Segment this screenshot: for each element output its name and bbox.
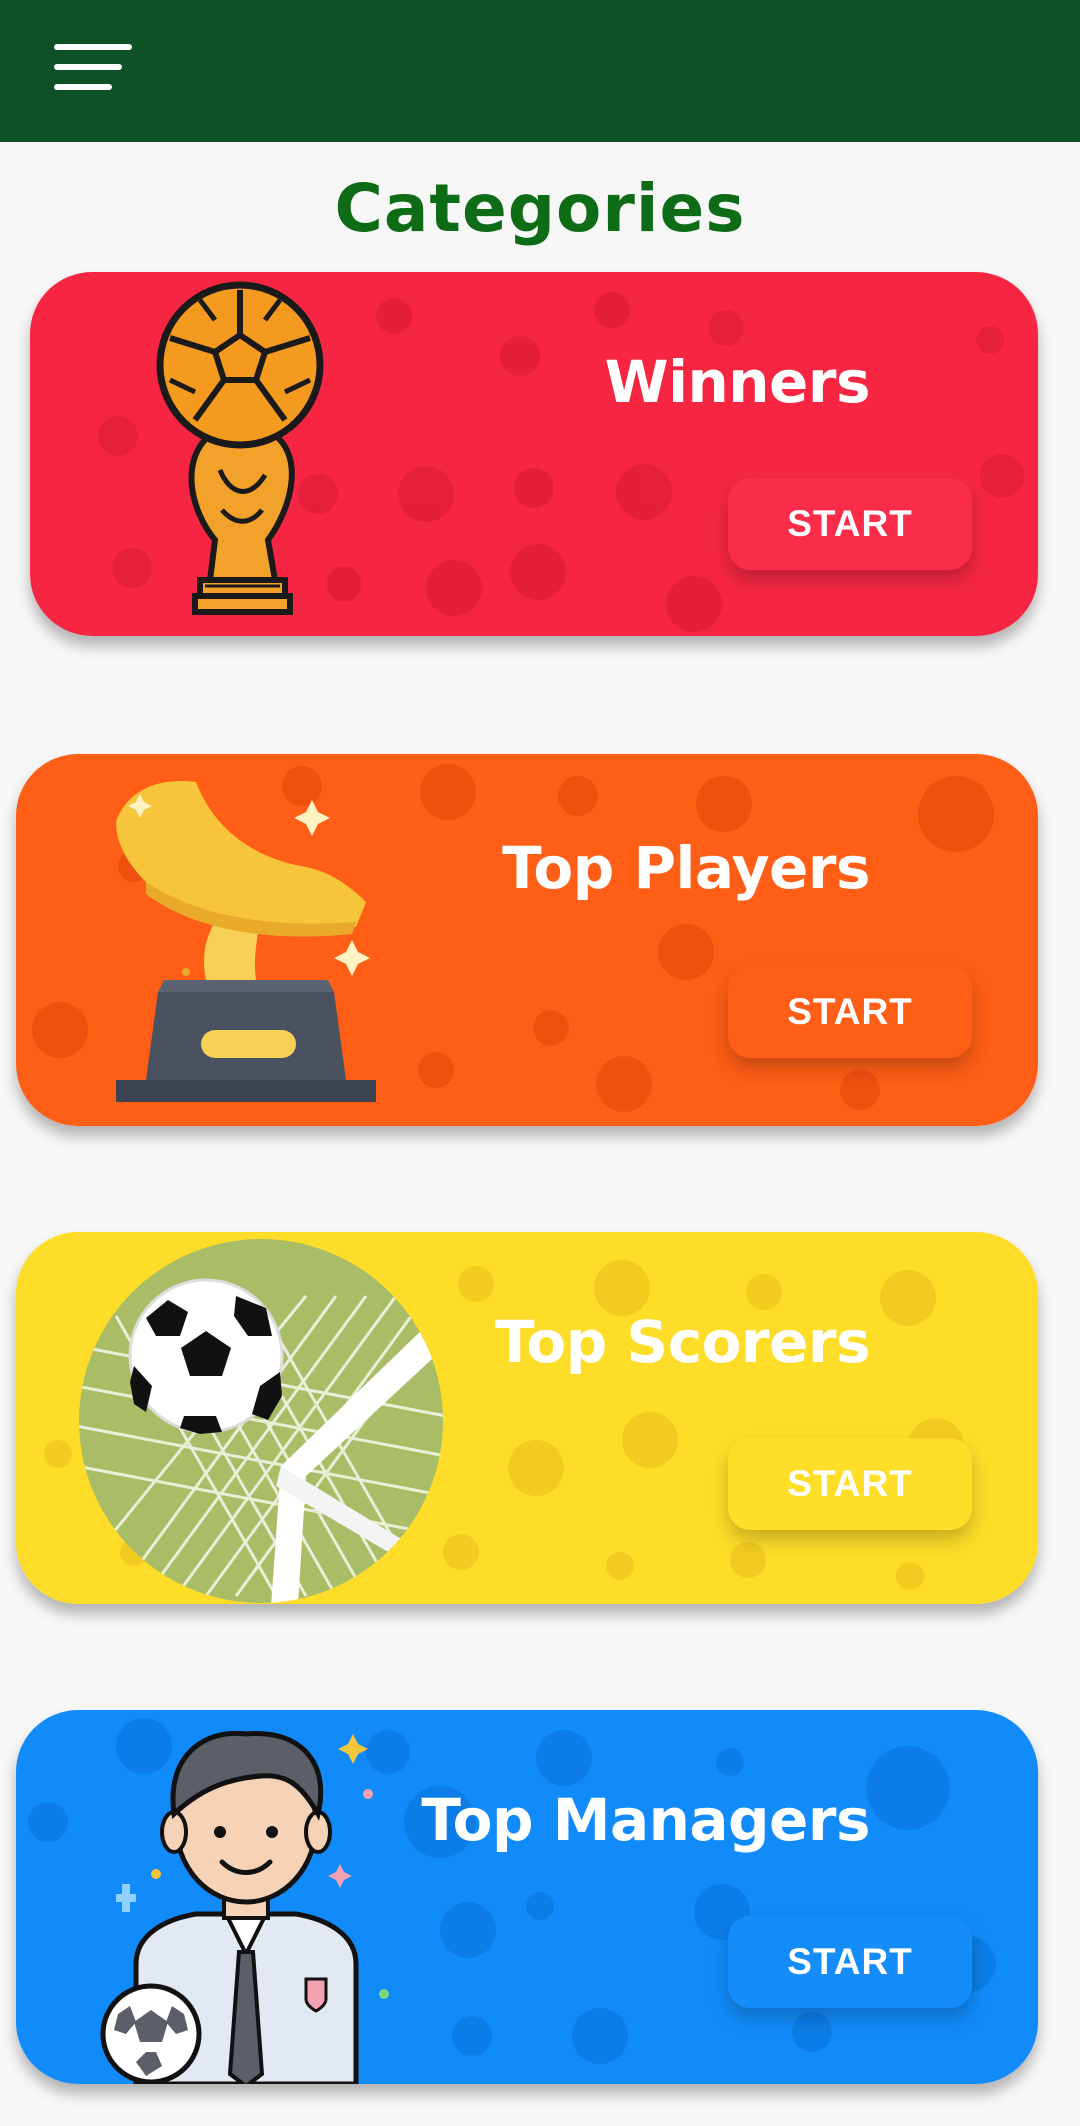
category-card-top-players[interactable]: Top Players START — [16, 754, 1038, 1126]
category-card-top-managers[interactable]: Top Managers START — [16, 1710, 1038, 2084]
start-button[interactable]: START — [728, 966, 972, 1058]
category-title: Top Scorers — [495, 1308, 870, 1376]
category-title: Winners — [604, 348, 871, 416]
hamburger-menu-icon[interactable] — [40, 30, 136, 110]
world-cup-trophy-icon — [156, 281, 324, 615]
golden-boot-icon — [116, 781, 376, 1102]
manager-avatar-icon — [100, 1730, 389, 2084]
category-title: Top Managers — [421, 1786, 870, 1854]
app-bar — [0, 0, 1080, 142]
category-title: Top Players — [502, 834, 870, 902]
start-button[interactable]: START — [728, 478, 972, 570]
start-button[interactable]: START — [728, 1438, 972, 1530]
start-button[interactable]: START — [728, 1916, 972, 2008]
ball-in-net-icon — [79, 1239, 443, 1603]
category-card-top-scorers[interactable]: Top Scorers START — [16, 1232, 1038, 1604]
category-card-winners[interactable]: Winners START — [30, 272, 1038, 636]
page-title: Categories — [334, 170, 746, 247]
